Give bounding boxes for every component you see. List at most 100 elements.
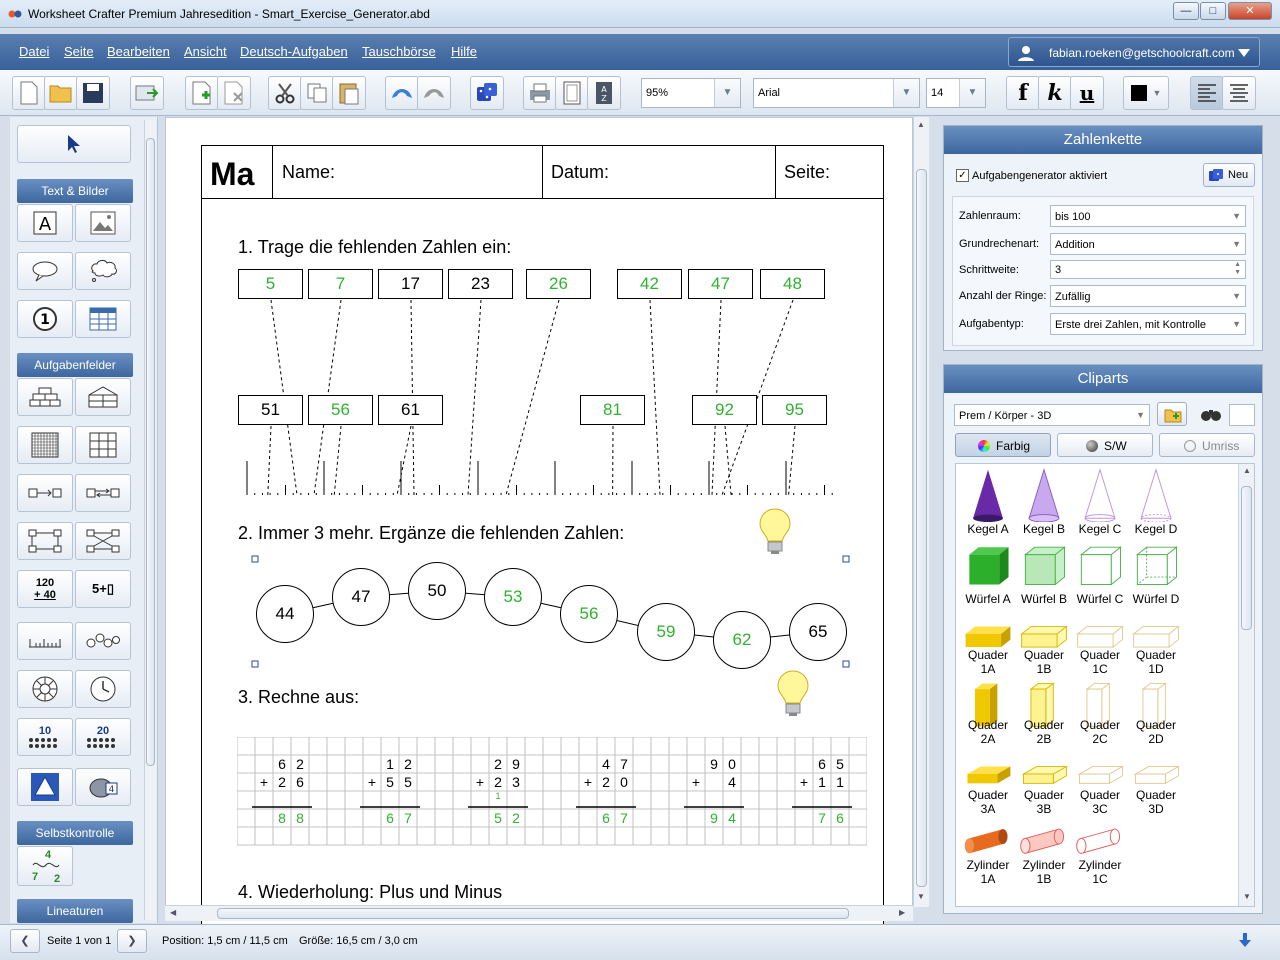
underline-button[interactable]: u <box>1070 76 1104 110</box>
big-grid-tool-button[interactable] <box>75 426 131 464</box>
align-left-button[interactable] <box>1190 76 1224 110</box>
arrow-task-tool-button[interactable] <box>17 474 73 512</box>
clipart-scrollbar[interactable]: ▲ ▼ <box>1238 464 1254 906</box>
clipart-item[interactable]: Kegel D <box>1128 466 1184 536</box>
ten-field-tool-button[interactable]: 10 <box>17 718 73 756</box>
mode-umriss-button[interactable]: Umriss <box>1159 433 1255 457</box>
clipart-item[interactable]: Quader 2C <box>1072 676 1128 746</box>
menu-datei[interactable]: Datei <box>19 44 49 59</box>
add-page-button[interactable] <box>185 76 219 110</box>
generator-checkbox[interactable]: ✓ <box>956 169 969 182</box>
clipart-item[interactable]: Kegel B <box>1016 466 1072 536</box>
number-box-row1-5[interactable]: 42 <box>617 269 682 299</box>
chain-ring[interactable]: 47 <box>332 568 390 626</box>
close-button[interactable]: ✕ <box>1228 2 1272 20</box>
undo-button[interactable] <box>385 76 419 110</box>
number-box-row1-3[interactable]: 23 <box>448 269 513 299</box>
minimize-button[interactable]: — <box>1173 2 1199 20</box>
number-box-row2-2[interactable]: 61 <box>378 395 443 425</box>
delete-page-button[interactable] <box>217 76 251 110</box>
clipart-search-input[interactable] <box>1229 404 1255 426</box>
worksheet-canvas[interactable]: Ma Name: Datum: Seite: 1. Trage die fehl… <box>165 117 913 925</box>
clipart-item[interactable]: Würfel B <box>1016 536 1072 606</box>
text-tool-button[interactable]: A <box>17 204 73 242</box>
self-check-tool-button[interactable]: 4 7 2 <box>17 846 73 886</box>
canvas-vertical-scrollbar[interactable]: ▲ ▼ <box>913 117 929 907</box>
number-box-row1-6[interactable]: 47 <box>688 269 753 299</box>
chain-ring[interactable]: 59 <box>637 603 695 661</box>
clipart-item[interactable]: Quader 2B <box>1016 676 1072 746</box>
redo-button[interactable] <box>417 76 451 110</box>
clipart-item[interactable]: Quader 1C <box>1072 606 1128 676</box>
cross-diagram-tool-button[interactable] <box>75 522 131 560</box>
chain-ring[interactable]: 50 <box>408 562 466 620</box>
export-button[interactable] <box>130 76 164 110</box>
clipart-item[interactable]: Zylinder 1C <box>1072 816 1128 886</box>
clipart-item[interactable]: Zylinder 1B <box>1016 816 1072 886</box>
menu-deutsch-aufgaben[interactable]: Deutsch-Aufgaben <box>240 44 348 59</box>
align-center-button[interactable] <box>1222 76 1256 110</box>
flow-diagram-tool-button[interactable] <box>17 522 73 560</box>
scroll-down-arrow-icon[interactable]: ▼ <box>1243 892 1251 901</box>
scrollbar-thumb[interactable] <box>146 138 155 766</box>
font-size-select[interactable]: 14 ▼ <box>926 78 986 108</box>
previous-page-button[interactable]: ❮ <box>10 929 40 953</box>
selection-handle[interactable] <box>251 660 259 668</box>
clipart-item[interactable]: Quader 3B <box>1016 746 1072 816</box>
stepper-arrows-icon[interactable]: ▲ ▼ <box>1234 261 1241 277</box>
chain-ring[interactable]: 44 <box>256 585 314 643</box>
clipart-item[interactable]: Würfel C <box>1072 536 1128 606</box>
scrollbar-thumb[interactable] <box>916 169 927 887</box>
add-clipart-folder-button[interactable] <box>1157 402 1187 426</box>
chain-ring[interactable]: 53 <box>484 568 542 626</box>
schrittweite-stepper[interactable]: 3 ▲ ▼ <box>1050 260 1246 279</box>
selection-handle[interactable] <box>842 660 850 668</box>
elephant-task-tool-button[interactable]: 4 <box>75 768 131 806</box>
fill-in-box-tool-button[interactable]: 5+▯ <box>75 570 131 608</box>
number-box-row1-1[interactable]: 7 <box>308 269 373 299</box>
twenty-field-tool-button[interactable]: 20 <box>75 718 131 756</box>
clipart-item[interactable]: Würfel D <box>1128 536 1184 606</box>
user-account-button[interactable]: fabian.roeken@getschoolcraft.com <box>1008 37 1260 67</box>
scrollbar-thumb[interactable] <box>217 908 849 919</box>
font-select[interactable]: Arial ▼ <box>753 78 920 108</box>
number-line-tool-button[interactable] <box>17 622 73 660</box>
number-box-row2-1[interactable]: 56 <box>308 395 373 425</box>
menu-hilfe[interactable]: Hilfe <box>451 44 477 59</box>
clipart-item[interactable]: Quader 2A <box>960 676 1016 746</box>
number-box-row2-3[interactable]: 81 <box>580 395 645 425</box>
number-house-tool-button[interactable] <box>75 378 131 416</box>
zahlenraum-select[interactable]: bis 100 ▼ <box>1050 205 1246 227</box>
clipart-category-select[interactable]: Prem / Körper - 3D ▼ <box>954 404 1150 426</box>
clipart-item[interactable]: Würfel A <box>960 536 1016 606</box>
grundrechenart-select[interactable]: Addition ▼ <box>1050 233 1246 255</box>
print-button[interactable] <box>523 76 557 110</box>
speech-bubble-tool-button[interactable] <box>17 252 73 290</box>
number-box-row1-0[interactable]: 5 <box>238 269 303 299</box>
scroll-up-arrow-icon[interactable]: ▲ <box>917 120 925 129</box>
written-calculation-tool-button[interactable]: 120 + 40 <box>17 570 73 608</box>
grid-tool-button[interactable] <box>17 426 73 464</box>
mode-sw-button[interactable]: S/W <box>1057 433 1153 457</box>
triangle-task-tool-button[interactable] <box>17 768 73 806</box>
clipart-item[interactable]: Quader 2D <box>1128 676 1184 746</box>
canvas-horizontal-scrollbar[interactable]: ◀ ▶ <box>165 905 913 921</box>
reverse-arrow-task-tool-button[interactable] <box>75 474 131 512</box>
clipart-item[interactable]: Quader 3D <box>1128 746 1184 816</box>
clipart-item[interactable]: Kegel A <box>960 466 1016 536</box>
scroll-down-arrow-icon[interactable]: ▼ <box>917 892 925 901</box>
zoom-select[interactable]: 95% ▼ <box>641 78 741 108</box>
chain-ring[interactable]: 56 <box>560 585 618 643</box>
binoculars-icon[interactable] <box>1200 405 1222 423</box>
text-color-button[interactable]: ▼ <box>1123 76 1169 110</box>
next-page-button[interactable]: ❯ <box>117 929 147 953</box>
image-tool-button[interactable] <box>75 204 131 242</box>
clipart-item[interactable]: Quader 3C <box>1072 746 1128 816</box>
scrollbar-thumb[interactable] <box>1241 486 1252 630</box>
menu-seite[interactable]: Seite <box>64 44 94 59</box>
lightbulb-icon[interactable] <box>775 667 811 719</box>
maximize-button[interactable]: □ <box>1200 2 1226 20</box>
number-box-row2-0[interactable]: 51 <box>238 395 303 425</box>
wheel-tool-button[interactable] <box>17 670 73 708</box>
thought-bubble-tool-button[interactable] <box>75 252 131 290</box>
